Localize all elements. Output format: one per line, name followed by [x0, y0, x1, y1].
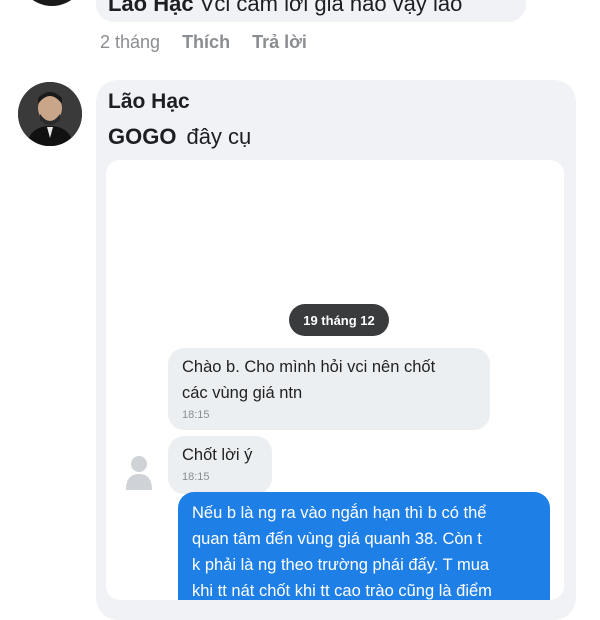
message-line: Chốt lời ý [182, 446, 253, 464]
outgoing-message: Nếu b là ng ra vào ngắn hạn thì b có thể… [178, 492, 550, 600]
previous-comment: Lão Hạc Vci cảm lời giá nào vậy lão 2 th… [0, 0, 600, 70]
message-line: quan tâm đến vùng giá quanh 38. Còn t [192, 530, 482, 548]
comment-actions: 2 tháng Thích Trả lời [100, 32, 307, 53]
default-avatar-icon [124, 452, 154, 492]
comment-text-rest: đây cụ [186, 124, 252, 149]
comment-text-bold: GOGO [108, 124, 177, 149]
reply-button[interactable]: Trả lời [252, 32, 307, 53]
message-line: khi tt nát chốt khi tt cao trào cũng là … [192, 582, 492, 600]
avatar[interactable] [18, 0, 86, 6]
attached-image[interactable]: 19 tháng 12 Chào b. Cho mình hỏi vci nên… [106, 160, 564, 600]
message-line: các vùng giá ntn [182, 384, 303, 402]
comment-text: GOGO đây cụ [108, 124, 251, 150]
message-time: 18:15 [182, 471, 210, 483]
comment-time: 2 tháng [100, 32, 161, 52]
message-time: 18:15 [182, 409, 210, 421]
message-line: Nếu b là ng ra vào ngắn hạn thì b có thể [192, 504, 487, 522]
user-photo [18, 82, 82, 146]
incoming-message: Chào b. Cho mình hỏi vci nên chốt các vù… [168, 348, 490, 430]
date-separator: 19 tháng 12 [289, 304, 389, 336]
incoming-message: Chốt lời ý 18:15 [168, 436, 272, 494]
message-line: Chào b. Cho mình hỏi vci nên chốt [182, 358, 436, 376]
message-line: k phải là ng theo trường phái đấy. T mua [192, 556, 490, 574]
comment-author[interactable]: Lão Hạc [108, 90, 190, 114]
comment-text-line: Lão Hạc Vci cảm lời giá nào vậy lão [108, 0, 462, 17]
comment-author[interactable]: Lão Hạc [108, 0, 194, 16]
comment-text: Vci cảm lời giá nào vậy lão [199, 0, 463, 16]
like-button[interactable]: Thích [182, 32, 230, 53]
avatar[interactable] [18, 82, 82, 146]
